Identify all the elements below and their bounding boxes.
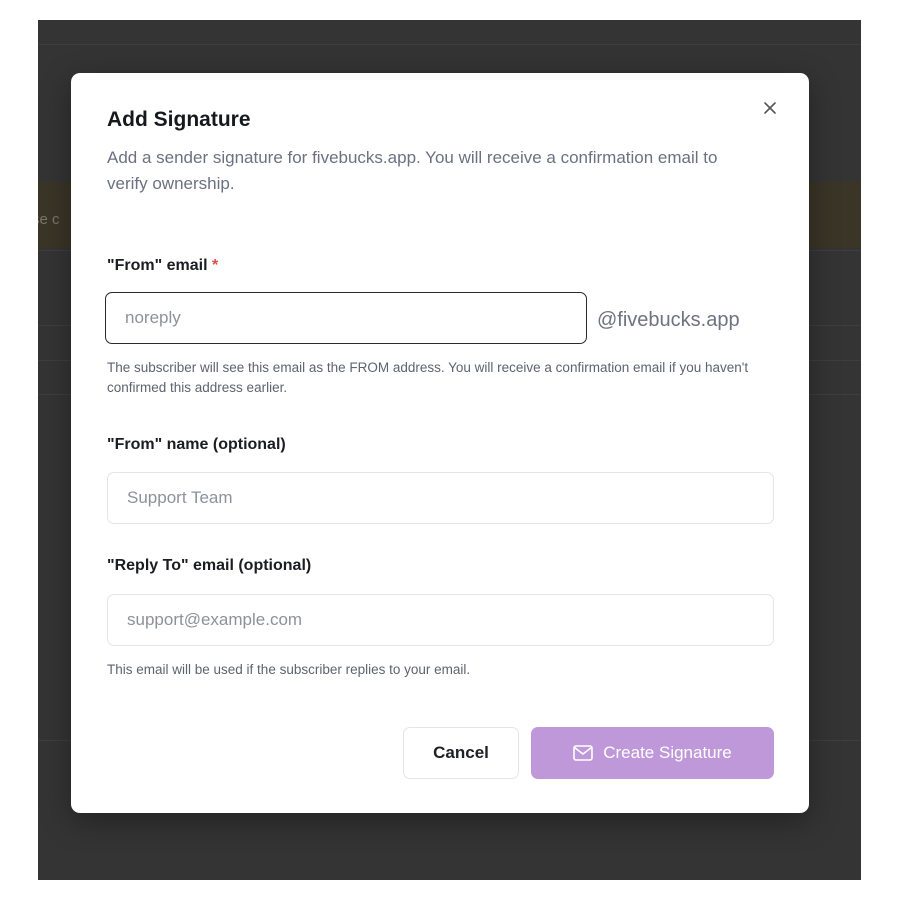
dialog-title: Add Signature: [107, 108, 251, 131]
create-signature-label: Create Signature: [603, 743, 732, 762]
required-marker: *: [211, 257, 219, 274]
close-icon: [764, 102, 776, 114]
add-signature-dialog: Add Signature Add a sender signature for…: [71, 73, 809, 813]
background-divider: [38, 44, 861, 45]
cancel-button[interactable]: Cancel: [403, 727, 519, 779]
background-warning-text: se c: [38, 211, 60, 228]
create-signature-button[interactable]: Create Signature: [531, 727, 774, 779]
dialog-description: Add a sender signature for fivebucks.app…: [107, 148, 718, 193]
from-email-label-text: "From" email: [107, 257, 208, 274]
from-name-input[interactable]: [107, 472, 774, 524]
from-name-label: "From" name (optional): [107, 436, 286, 453]
close-button[interactable]: [759, 97, 781, 119]
reply-to-hint: This email will be used if the subscribe…: [107, 662, 471, 677]
from-email-input[interactable]: [105, 292, 587, 344]
reply-to-label: "Reply To" email (optional): [107, 557, 312, 574]
from-email-label: "From" email *: [107, 257, 218, 275]
from-email-hint: The subscriber will see this email as th…: [107, 360, 749, 395]
reply-to-input[interactable]: [107, 594, 774, 646]
from-email-domain-suffix: @fivebucks.app: [597, 309, 740, 331]
mail-icon: [573, 745, 594, 761]
